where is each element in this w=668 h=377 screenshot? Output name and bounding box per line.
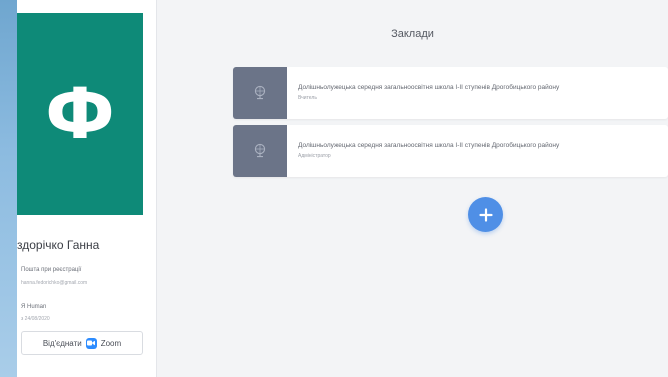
email-value: hanna.fedorichko@gmail.com <box>21 280 88 286</box>
school-card[interactable]: Долішньолужецька середня загальноосвітня… <box>233 125 668 177</box>
email-label: Пошта при реєстрації <box>21 267 82 273</box>
school-thumbnail <box>233 67 287 119</box>
zoom-icon <box>85 337 97 349</box>
school-role: Вчитель <box>298 95 317 101</box>
school-name: Долішньолужецька середня загальноосвітня… <box>298 142 560 149</box>
avatar: Ф <box>17 13 143 215</box>
institutions-panel: Заклади Долішньолужецька середня загальн… <box>157 0 668 377</box>
zoom-label: Zoom <box>100 338 122 348</box>
globe-icon <box>254 143 266 158</box>
disconnect-zoom-button[interactable]: Від'єднати Zoom <box>21 331 143 355</box>
profile-card: Ф здорічко Ганна Пошта при реєстрації ha… <box>17 0 157 377</box>
disconnect-label: Від'єднати <box>42 338 82 348</box>
school-card[interactable]: Долішньолужецька середня загальноосвітня… <box>233 67 668 119</box>
add-school-button[interactable] <box>468 197 503 232</box>
page-title: Заклади <box>391 28 434 40</box>
school-name: Долішньолужецька середня загальноосвітня… <box>298 84 560 91</box>
globe-icon <box>254 85 266 100</box>
plus-icon <box>478 207 493 222</box>
school-thumbnail <box>233 125 287 177</box>
profile-name: здорічко Ганна <box>17 238 100 252</box>
background-edge <box>0 0 17 377</box>
school-role: Адміністратор <box>298 153 331 159</box>
human-since: з 24/08/2020 <box>21 316 50 322</box>
human-label: Я Human <box>21 304 47 310</box>
